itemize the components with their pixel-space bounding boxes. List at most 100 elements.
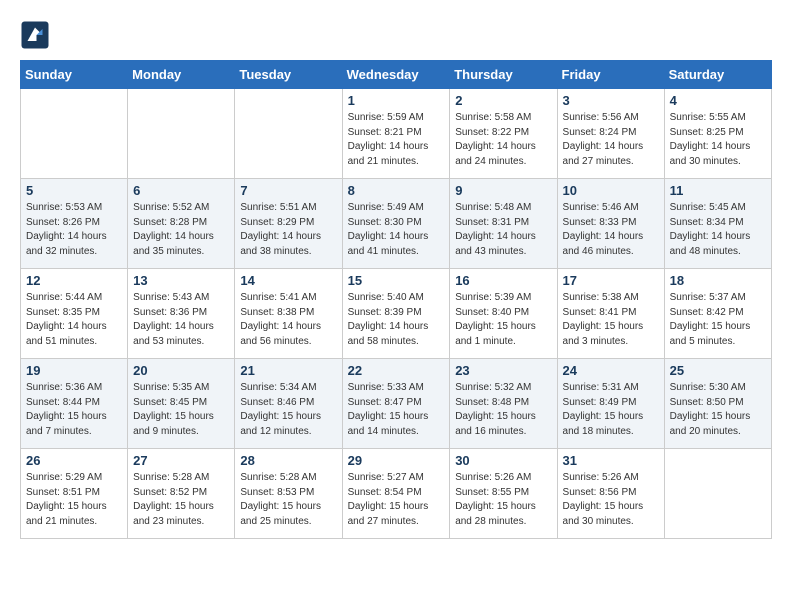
day-info: Sunrise: 5:55 AM Sunset: 8:25 PM Dayligh… xyxy=(670,111,766,169)
calendar-cell: 17 Sunrise: 5:38 AM Sunset: 8:41 PM Dayli… xyxy=(557,269,664,359)
day-number: 23 xyxy=(455,363,551,378)
day-number: 31 xyxy=(563,453,659,468)
calendar-week-row: 5 Sunrise: 5:53 AM Sunset: 8:26 PM Daylig… xyxy=(21,179,772,269)
day-number: 9 xyxy=(455,183,551,198)
calendar-cell xyxy=(664,449,771,539)
day-info: Sunrise: 5:44 AM Sunset: 8:35 PM Dayligh… xyxy=(26,291,122,349)
weekday-header: Monday xyxy=(128,61,235,89)
day-info: Sunrise: 5:48 AM Sunset: 8:31 PM Dayligh… xyxy=(455,201,551,259)
day-number: 22 xyxy=(348,363,445,378)
calendar-cell: 11 Sunrise: 5:45 AM Sunset: 8:34 PM Dayli… xyxy=(664,179,771,269)
day-info: Sunrise: 5:53 AM Sunset: 8:26 PM Dayligh… xyxy=(26,201,122,259)
calendar-cell: 4 Sunrise: 5:55 AM Sunset: 8:25 PM Daylig… xyxy=(664,89,771,179)
calendar-week-row: 26 Sunrise: 5:29 AM Sunset: 8:51 PM Dayli… xyxy=(21,449,772,539)
calendar-cell xyxy=(235,89,342,179)
logo xyxy=(20,20,54,50)
calendar-header-row: SundayMondayTuesdayWednesdayThursdayFrid… xyxy=(21,61,772,89)
day-number: 4 xyxy=(670,93,766,108)
day-info: Sunrise: 5:37 AM Sunset: 8:42 PM Dayligh… xyxy=(670,291,766,349)
calendar-cell: 29 Sunrise: 5:27 AM Sunset: 8:54 PM Dayli… xyxy=(342,449,450,539)
weekday-header: Sunday xyxy=(21,61,128,89)
day-number: 10 xyxy=(563,183,659,198)
calendar-cell: 27 Sunrise: 5:28 AM Sunset: 8:52 PM Dayli… xyxy=(128,449,235,539)
calendar-cell: 19 Sunrise: 5:36 AM Sunset: 8:44 PM Dayli… xyxy=(21,359,128,449)
day-info: Sunrise: 5:35 AM Sunset: 8:45 PM Dayligh… xyxy=(133,381,229,439)
calendar-cell: 2 Sunrise: 5:58 AM Sunset: 8:22 PM Daylig… xyxy=(450,89,557,179)
day-info: Sunrise: 5:41 AM Sunset: 8:38 PM Dayligh… xyxy=(240,291,336,349)
day-info: Sunrise: 5:46 AM Sunset: 8:33 PM Dayligh… xyxy=(563,201,659,259)
day-info: Sunrise: 5:30 AM Sunset: 8:50 PM Dayligh… xyxy=(670,381,766,439)
day-number: 14 xyxy=(240,273,336,288)
day-info: Sunrise: 5:28 AM Sunset: 8:53 PM Dayligh… xyxy=(240,471,336,529)
day-info: Sunrise: 5:51 AM Sunset: 8:29 PM Dayligh… xyxy=(240,201,336,259)
calendar-cell: 21 Sunrise: 5:34 AM Sunset: 8:46 PM Dayli… xyxy=(235,359,342,449)
calendar-cell: 22 Sunrise: 5:33 AM Sunset: 8:47 PM Dayli… xyxy=(342,359,450,449)
day-info: Sunrise: 5:40 AM Sunset: 8:39 PM Dayligh… xyxy=(348,291,445,349)
day-info: Sunrise: 5:58 AM Sunset: 8:22 PM Dayligh… xyxy=(455,111,551,169)
calendar-cell: 13Sunrise: 5:43 AM Sunset: 8:36 PM Dayli… xyxy=(128,269,235,359)
logo-icon xyxy=(20,20,50,50)
day-info: Sunrise: 5:28 AM Sunset: 8:52 PM Dayligh… xyxy=(133,471,229,529)
day-info: Sunrise: 5:43 AM Sunset: 8:36 PM Dayligh… xyxy=(133,291,229,349)
day-info: Sunrise: 5:26 AM Sunset: 8:56 PM Dayligh… xyxy=(563,471,659,529)
weekday-header: Saturday xyxy=(664,61,771,89)
day-number: 12 xyxy=(26,273,122,288)
calendar-cell xyxy=(128,89,235,179)
calendar-week-row: 1 Sunrise: 5:59 AM Sunset: 8:21 PM Daylig… xyxy=(21,89,772,179)
calendar-cell: 3 Sunrise: 5:56 AM Sunset: 8:24 PM Daylig… xyxy=(557,89,664,179)
calendar-cell: 30Sunrise: 5:26 AM Sunset: 8:55 PM Dayli… xyxy=(450,449,557,539)
weekday-header: Wednesday xyxy=(342,61,450,89)
day-number: 29 xyxy=(348,453,445,468)
calendar-cell: 18 Sunrise: 5:37 AM Sunset: 8:42 PM Dayli… xyxy=(664,269,771,359)
calendar-cell: 20 Sunrise: 5:35 AM Sunset: 8:45 PM Dayli… xyxy=(128,359,235,449)
day-info: Sunrise: 5:56 AM Sunset: 8:24 PM Dayligh… xyxy=(563,111,659,169)
day-number: 27 xyxy=(133,453,229,468)
day-info: Sunrise: 5:59 AM Sunset: 8:21 PM Dayligh… xyxy=(348,111,445,169)
calendar-cell: 12 Sunrise: 5:44 AM Sunset: 8:35 PM Dayli… xyxy=(21,269,128,359)
calendar-cell: 23Sunrise: 5:32 AM Sunset: 8:48 PM Dayli… xyxy=(450,359,557,449)
calendar-week-row: 12 Sunrise: 5:44 AM Sunset: 8:35 PM Dayli… xyxy=(21,269,772,359)
day-number: 8 xyxy=(348,183,445,198)
calendar-cell: 6Sunrise: 5:52 AM Sunset: 8:28 PM Daylig… xyxy=(128,179,235,269)
calendar-cell: 5 Sunrise: 5:53 AM Sunset: 8:26 PM Daylig… xyxy=(21,179,128,269)
calendar-cell: 15 Sunrise: 5:40 AM Sunset: 8:39 PM Dayli… xyxy=(342,269,450,359)
page-header xyxy=(20,20,772,50)
day-info: Sunrise: 5:33 AM Sunset: 8:47 PM Dayligh… xyxy=(348,381,445,439)
calendar-cell: 8 Sunrise: 5:49 AM Sunset: 8:30 PM Daylig… xyxy=(342,179,450,269)
day-number: 2 xyxy=(455,93,551,108)
day-info: Sunrise: 5:34 AM Sunset: 8:46 PM Dayligh… xyxy=(240,381,336,439)
day-number: 16 xyxy=(455,273,551,288)
day-number: 21 xyxy=(240,363,336,378)
day-number: 15 xyxy=(348,273,445,288)
day-number: 5 xyxy=(26,183,122,198)
day-number: 19 xyxy=(26,363,122,378)
day-info: Sunrise: 5:49 AM Sunset: 8:30 PM Dayligh… xyxy=(348,201,445,259)
day-info: Sunrise: 5:31 AM Sunset: 8:49 PM Dayligh… xyxy=(563,381,659,439)
day-number: 28 xyxy=(240,453,336,468)
day-number: 25 xyxy=(670,363,766,378)
day-number: 7 xyxy=(240,183,336,198)
day-number: 1 xyxy=(348,93,445,108)
day-number: 11 xyxy=(670,183,766,198)
day-number: 20 xyxy=(133,363,229,378)
day-number: 30 xyxy=(455,453,551,468)
day-number: 18 xyxy=(670,273,766,288)
day-number: 26 xyxy=(26,453,122,468)
calendar-cell: 31 Sunrise: 5:26 AM Sunset: 8:56 PM Dayli… xyxy=(557,449,664,539)
calendar-cell: 14 Sunrise: 5:41 AM Sunset: 8:38 PM Dayli… xyxy=(235,269,342,359)
calendar-cell xyxy=(21,89,128,179)
calendar-cell: 24 Sunrise: 5:31 AM Sunset: 8:49 PM Dayli… xyxy=(557,359,664,449)
day-info: Sunrise: 5:38 AM Sunset: 8:41 PM Dayligh… xyxy=(563,291,659,349)
day-info: Sunrise: 5:27 AM Sunset: 8:54 PM Dayligh… xyxy=(348,471,445,529)
calendar-cell: 10 Sunrise: 5:46 AM Sunset: 8:33 PM Dayli… xyxy=(557,179,664,269)
day-number: 17 xyxy=(563,273,659,288)
day-number: 3 xyxy=(563,93,659,108)
day-info: Sunrise: 5:45 AM Sunset: 8:34 PM Dayligh… xyxy=(670,201,766,259)
calendar-cell: 25 Sunrise: 5:30 AM Sunset: 8:50 PM Dayli… xyxy=(664,359,771,449)
day-info: Sunrise: 5:36 AM Sunset: 8:44 PM Dayligh… xyxy=(26,381,122,439)
calendar-week-row: 19 Sunrise: 5:36 AM Sunset: 8:44 PM Dayli… xyxy=(21,359,772,449)
day-number: 24 xyxy=(563,363,659,378)
weekday-header: Thursday xyxy=(450,61,557,89)
day-info: Sunrise: 5:52 AM Sunset: 8:28 PM Dayligh… xyxy=(133,201,229,259)
day-info: Sunrise: 5:29 AM Sunset: 8:51 PM Dayligh… xyxy=(26,471,122,529)
